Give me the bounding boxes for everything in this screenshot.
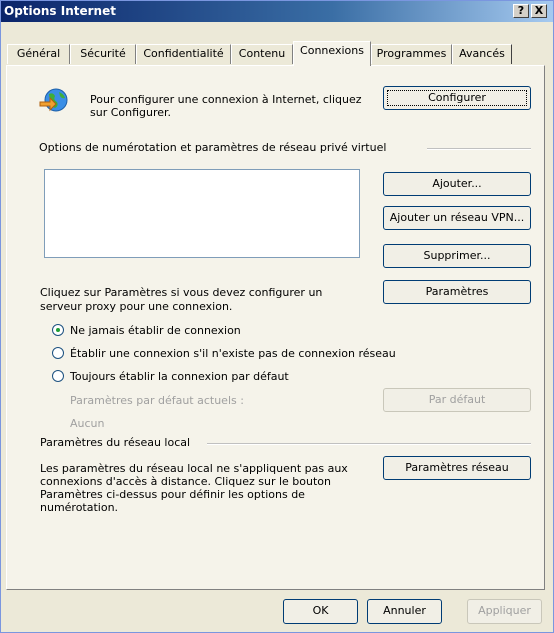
tab-connections[interactable]: Connexions bbox=[293, 41, 371, 66]
help-button[interactable]: ? bbox=[513, 4, 529, 18]
connections-panel: Pour configurer une connexion à Internet… bbox=[6, 65, 545, 590]
cancel-button[interactable]: Annuler bbox=[367, 599, 442, 624]
lan-text-line3: Paramètres ci-dessus pour définir les op… bbox=[40, 488, 305, 501]
lan-text-line2: connexions d'accès à distance. Cliquez s… bbox=[40, 475, 331, 488]
lan-settings-button[interactable]: Paramètres réseau bbox=[383, 456, 531, 480]
lan-divider bbox=[207, 443, 531, 445]
dialup-connections-list[interactable] bbox=[44, 169, 360, 258]
dialup-section-label: Options de numérotation et paramètres de… bbox=[39, 141, 387, 154]
add-button[interactable]: Ajouter... bbox=[383, 172, 531, 196]
dialup-settings-text-line1: Cliquez sur Paramètres si vous devez con… bbox=[40, 286, 323, 299]
dialup-settings-text-line2: serveur proxy pour une connexion. bbox=[40, 300, 233, 313]
radio-dial-when-no-network-label[interactable]: Établir une connexion s'il n'existe pas … bbox=[70, 347, 396, 360]
radio-always-dial[interactable] bbox=[52, 370, 64, 382]
configure-button[interactable]: Configurer bbox=[383, 86, 531, 110]
radio-dial-when-no-network[interactable] bbox=[52, 347, 64, 359]
radio-always-dial-label[interactable]: Toujours établir la connexion par défaut bbox=[70, 370, 289, 383]
tab-content[interactable]: Contenu bbox=[231, 44, 293, 64]
lan-section-label: Paramètres du réseau local bbox=[40, 436, 191, 449]
close-button[interactable]: X bbox=[531, 4, 547, 18]
tab-general[interactable]: Général bbox=[7, 44, 70, 64]
radio-never-dial[interactable] bbox=[52, 324, 64, 336]
tab-strip: Général Sécurité Confidentialité Contenu… bbox=[1, 22, 553, 67]
radio-selected-dot bbox=[56, 328, 60, 332]
default-connection-label: Paramètres par défaut actuels : bbox=[70, 394, 244, 407]
tab-advanced[interactable]: Avancés bbox=[452, 44, 512, 64]
apply-button[interactable]: Appliquer bbox=[467, 599, 542, 624]
tab-privacy[interactable]: Confidentialité bbox=[136, 44, 231, 64]
tab-security[interactable]: Sécurité bbox=[70, 44, 136, 64]
lan-text-line1: Les paramètres du réseau local ne s'appl… bbox=[40, 462, 348, 475]
window-title: Options Internet bbox=[4, 4, 116, 18]
setup-text-line1: Pour configurer une connexion à Internet… bbox=[90, 93, 362, 106]
ok-button[interactable]: OK bbox=[283, 599, 358, 624]
dialup-divider bbox=[427, 148, 531, 150]
dialup-settings-button[interactable]: Paramètres bbox=[383, 280, 531, 304]
internet-options-dialog: Options Internet ? X Général Sécurité Co… bbox=[0, 0, 554, 633]
add-vpn-button[interactable]: Ajouter un réseau VPN... bbox=[383, 206, 531, 230]
lan-text-line4: numérotation. bbox=[40, 501, 119, 514]
focus-ring bbox=[387, 90, 527, 106]
default-connection-value: Aucun bbox=[70, 417, 105, 430]
setup-text-line2: sur Configurer. bbox=[90, 106, 172, 119]
remove-button[interactable]: Supprimer... bbox=[383, 244, 531, 268]
radio-never-dial-label[interactable]: Ne jamais établir de connexion bbox=[70, 324, 241, 337]
globe-connection-icon bbox=[37, 84, 71, 118]
tab-programs[interactable]: Programmes bbox=[371, 44, 452, 64]
title-bar[interactable]: Options Internet ? X bbox=[1, 1, 553, 22]
set-default-button[interactable]: Par défaut bbox=[383, 388, 531, 412]
